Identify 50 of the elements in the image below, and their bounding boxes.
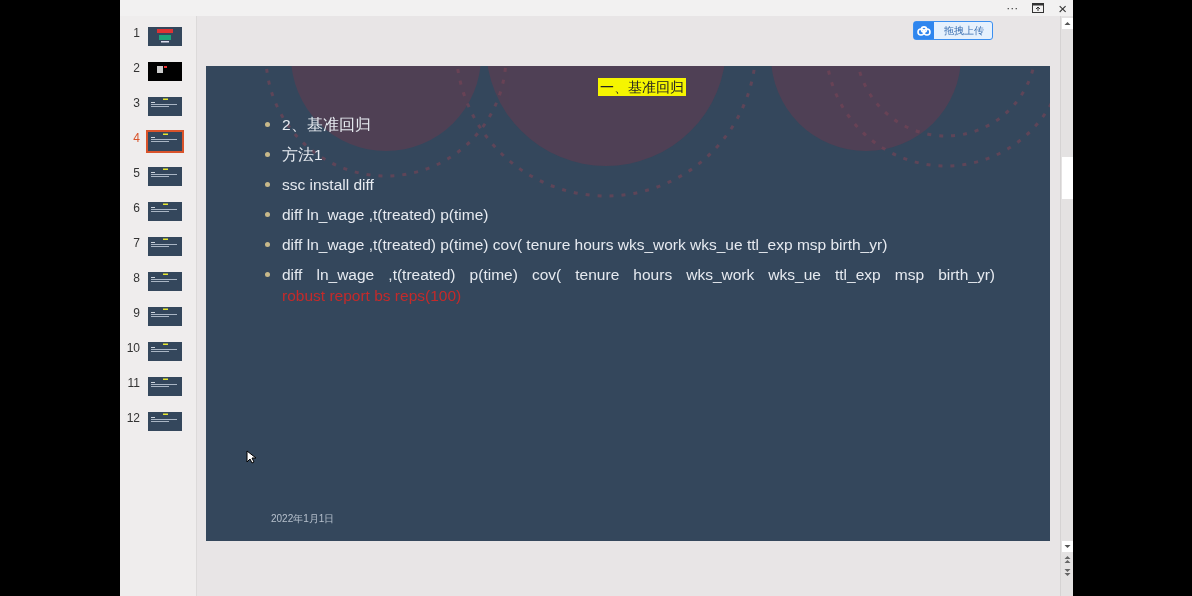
- bullet-text: 方法1: [282, 145, 323, 165]
- bullet-icon: [265, 212, 270, 217]
- slide-number: 9: [132, 304, 141, 322]
- slide-thumbnail[interactable]: [146, 340, 184, 363]
- window-mode-icon[interactable]: [1032, 3, 1045, 13]
- scroll-up-button[interactable]: [1062, 18, 1073, 29]
- more-button[interactable]: ···: [1006, 2, 1019, 14]
- cursor-icon: [246, 449, 256, 464]
- slide-number: 12: [125, 409, 141, 427]
- slide-thumbnail[interactable]: [146, 130, 184, 153]
- bullet-text: 2、基准回归: [282, 115, 371, 135]
- slide-thumbnail[interactable]: [146, 305, 184, 328]
- slide-title: 一、基准回归: [598, 78, 686, 96]
- bullet-icon: [265, 272, 270, 277]
- bullet-text: diff ln_wage ,t(treated) p(time) cov( tenure hours wks_work wks_ue ttl_exp msp birth_yr): [282, 265, 995, 285]
- slide-number: 10: [125, 339, 141, 357]
- next-page-icon[interactable]: [1062, 567, 1073, 578]
- bullet-text: diff ln_wage ,t(treated) p(time) cov( tenure hours wks_work wks_ue ttl_exp msp birth_yr): [282, 235, 888, 255]
- slide-thumbnail[interactable]: [146, 235, 184, 258]
- slide-thumbnail[interactable]: [146, 200, 184, 223]
- slide-number: 4: [132, 129, 141, 147]
- slide-thumbnail[interactable]: [146, 25, 184, 48]
- slide-number: 7: [132, 234, 141, 252]
- slide-number: 11: [126, 374, 141, 392]
- upload-button[interactable]: 拖拽上传: [913, 21, 993, 40]
- slide-thumbnail[interactable]: [146, 375, 184, 398]
- slide-number: 8: [132, 269, 141, 287]
- slide-date: 2022年1月1日: [271, 512, 335, 526]
- slide-thumbnail[interactable]: [146, 165, 184, 188]
- close-button[interactable]: ×: [1058, 0, 1067, 16]
- slide-thumbnail[interactable]: [146, 60, 184, 83]
- slide-number: 3: [132, 94, 141, 112]
- scrollbar-thumb[interactable]: [1062, 157, 1073, 199]
- slide-thumbnail[interactable]: [146, 270, 184, 293]
- slide-number: 6: [132, 199, 141, 217]
- bullet-icon: [265, 242, 270, 247]
- slide-thumbnail[interactable]: [146, 410, 184, 433]
- bullet-text: ssc install diff: [282, 175, 374, 195]
- slide-number: 5: [132, 164, 141, 182]
- scroll-down-button[interactable]: [1062, 541, 1073, 552]
- slide-thumbnail[interactable]: [146, 95, 184, 118]
- previous-page-icon[interactable]: [1062, 554, 1073, 565]
- bullet-icon: [265, 182, 270, 187]
- bullet-icon: [265, 152, 270, 157]
- slide-number: 1: [132, 24, 141, 42]
- bullet-text: diff ln_wage ,t(treated) p(time): [282, 205, 489, 225]
- slide-number: 2: [132, 59, 141, 77]
- bullet-icon: [265, 122, 270, 127]
- cloud-icon: [917, 25, 931, 36]
- option-text: robust report bs reps(100): [282, 286, 463, 306]
